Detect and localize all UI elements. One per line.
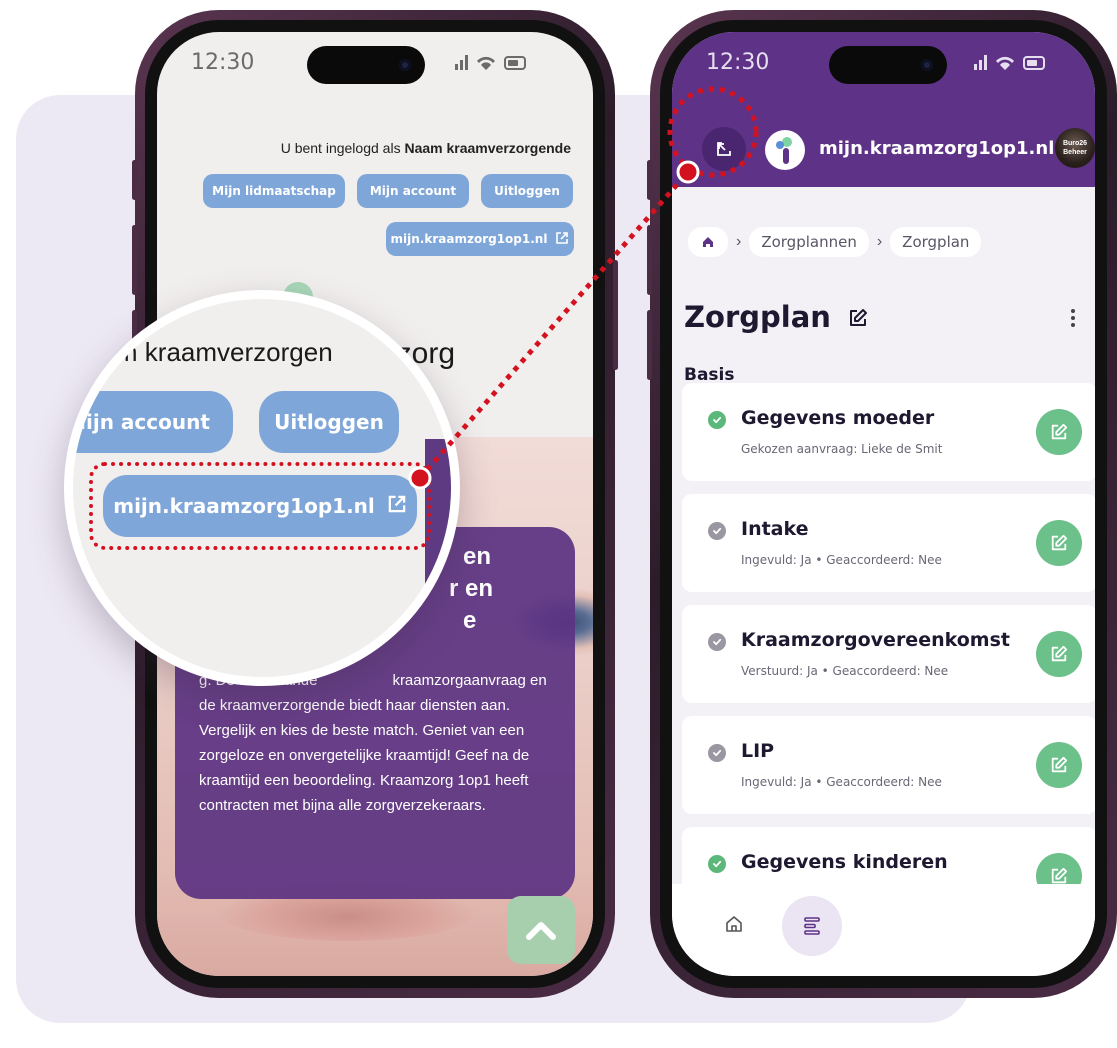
status-bar: 12:30 [672,32,1095,92]
chevron-up-icon [526,922,556,940]
nav-list-button[interactable] [782,896,842,956]
avatar[interactable]: Buro26 Beheer [1055,128,1095,168]
status-check-icon [708,411,726,429]
exit-icon [717,142,731,156]
app-screen: 12:30 mijn.kraamzorg1op1.nl Buro26 Behee… [672,32,1095,976]
hero-heading-line: e [463,607,477,634]
dynamic-island [307,46,425,84]
scroll-to-top-button[interactable] [507,896,575,964]
brand-logo [765,130,805,170]
magnifier-account-button: Mijn account [66,391,233,453]
breadcrumb-separator: › [736,233,742,250]
status-check-icon [708,855,726,873]
care-plan-card[interactable]: Gegevens moeder Gekozen aanvraag: Lieke d… [682,383,1095,481]
status-check-icon [708,522,726,540]
home-icon [703,237,713,247]
breadcrumb-zorgplannen[interactable]: Zorgplannen [749,227,869,257]
marketing-composition: 12:30 U bent ingelogd als Naam kraamverz… [0,0,1117,1048]
edit-button[interactable] [1036,742,1082,788]
status-icons [974,55,1045,70]
more-options-icon[interactable] [1071,306,1077,330]
hero-heading: en r en e [449,541,493,637]
signal-icon [972,52,1050,77]
care-plan-card-title: LIP [741,740,775,762]
care-plan-card[interactable]: LIP Ingevuld: Ja • Geaccordeerd: Nee [682,716,1095,814]
dynamic-island [829,46,947,84]
edit-icon [1051,423,1068,440]
home-icon [726,916,742,932]
edit-title-button[interactable] [848,308,868,333]
breadcrumb-separator: › [876,233,883,250]
edit-button[interactable] [1036,409,1082,455]
care-plan-card-subtitle: Gekozen aanvraag: Lieke de Smit [741,442,943,456]
edit-icon [1051,645,1068,662]
care-plan-card-title: Intake [741,518,809,540]
magnifier-login-name: aam kraamverzorgen [87,337,333,367]
bottom-navigation [672,884,1095,976]
list-icon [804,917,820,935]
status-bar: 12:30 [157,32,593,92]
care-plan-card[interactable]: Intake Ingevuld: Ja • Geaccordeerd: Nee [682,494,1095,592]
magnifier-logout-label: Uitloggen [274,410,384,434]
section-heading: Basis [684,365,735,385]
edit-icon [1051,867,1068,884]
highlight-box [89,462,431,550]
care-plan-card-title: Kraamzorgovereenkomst [741,629,1010,651]
care-plan-card-subtitle: Verstuurd: Ja • Geaccordeerd: Nee [741,664,949,678]
status-time: 12:30 [191,50,255,75]
login-prefix: U bent ingelogd als [280,140,401,156]
signal-icon [453,52,531,77]
edit-button[interactable] [1036,520,1082,566]
magnifier-account-label: Mijn account [66,410,210,434]
exit-to-website-button[interactable] [702,127,746,171]
phone-side-button [132,225,137,295]
edit-button[interactable] [1036,631,1082,677]
membership-label: Mijn lidmaatschap [212,184,336,198]
logout-label: Uitloggen [494,184,560,198]
phone-right: 12:30 mijn.kraamzorg1op1.nl Buro26 Behee… [647,10,1117,998]
care-plan-card-subtitle: Ingevuld: Ja • Geaccordeerd: Nee [741,553,942,567]
logout-button[interactable]: Uitloggen [481,174,573,208]
login-status: U bent ingelogd als Naam kraamverzorgend… [281,140,571,156]
care-plan-card-subtitle: Ingevuld: Ja • Geaccordeerd: Nee [741,775,942,789]
care-plan-card-title: Gegevens moeder [741,407,935,429]
care-plan-card[interactable]: Kraamzorgovereenkomst Verstuurd: Ja • Gea… [682,605,1095,703]
phone-side-button [613,260,618,370]
breadcrumb-zorgplan[interactable]: Zorgplan [890,227,982,257]
portal-link-button[interactable]: mijn.kraamzorg1op1.nl [386,222,574,256]
brand-name: mijn.kraamzorg1op1.nl [819,138,1055,159]
brand-logo-icon [776,137,792,164]
phone-side-button [647,310,652,380]
portal-link-label: mijn.kraamzorg1op1.nl [390,232,548,246]
hero-paragraph: g. De aanstaande kraamzorgaanvraag en de… [199,672,547,814]
status-check-icon [708,633,726,651]
page-title: Zorgplan [684,300,831,334]
zoom-magnifier: aam kraamverzorgen Mijn account Uitlogge… [64,290,460,686]
membership-button[interactable]: Mijn lidmaatschap [203,174,345,208]
edit-icon [1051,534,1068,551]
account-label: Mijn account [369,184,457,198]
account-button[interactable]: Mijn account [357,174,469,208]
edit-icon [850,309,867,326]
breadcrumb: › Zorgplannen › Zorgplan [688,227,982,257]
external-link-icon [555,231,569,248]
hero-heading-line: en [463,543,492,570]
status-check-icon [708,744,726,762]
camera-icon [921,59,933,71]
status-icons [455,55,526,70]
edit-icon [1051,756,1068,773]
nav-home-button[interactable] [724,914,744,939]
phone-side-button [647,225,652,295]
phone-side-button [132,160,137,200]
status-time: 12:30 [706,50,770,75]
phone-side-button [647,160,652,200]
login-name: Naam kraamverzorgende [404,140,571,156]
breadcrumb-home[interactable] [688,227,728,257]
magnifier-logout-button: Uitloggen [259,391,399,453]
hero-heading-line: r en [449,575,494,602]
camera-icon [399,59,411,71]
care-plan-card-title: Gegevens kinderen [741,851,948,873]
